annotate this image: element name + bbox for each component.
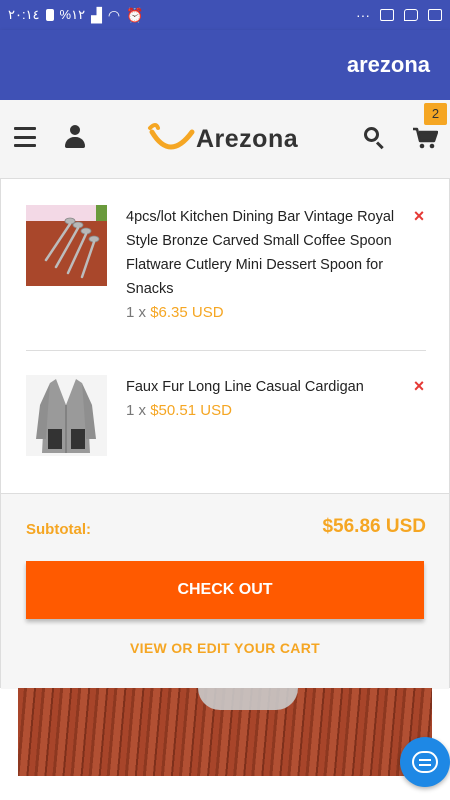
logo-text: Arezona — [196, 125, 299, 153]
background-spoons-image — [198, 688, 298, 710]
mail-icon — [380, 9, 394, 21]
status-bar: ٢٠:١٤ %١٢ ▟ ◠ ⏰ ··· — [0, 0, 450, 30]
subtotal-label: Subtotal: — [26, 521, 91, 538]
status-left: ٢٠:١٤ %١٢ ▟ ◠ ⏰ — [8, 7, 144, 23]
status-right: ··· — [356, 8, 442, 22]
cart-item-price: $50.51 USD — [150, 402, 232, 419]
item-divider — [26, 350, 426, 351]
product-thumbnail-cardigan[interactable] — [26, 375, 107, 456]
view-edit-cart-link[interactable]: VIEW OR EDIT YOUR CART — [1, 640, 449, 656]
cart-item: Faux Fur Long Line Casual Cardigan 1 x $… — [26, 375, 426, 465]
logo[interactable]: Arezona — [144, 118, 309, 158]
cart-icon[interactable] — [412, 127, 438, 149]
cart-item-name[interactable]: Faux Fur Long Line Casual Cardigan — [126, 375, 406, 399]
checkout-button[interactable]: CHECK OUT — [26, 561, 424, 619]
user-icon[interactable] — [64, 125, 86, 149]
alarm-icon: ⏰ — [126, 7, 144, 23]
cart-item-quantity: 1 x — [126, 402, 151, 419]
subtotal-area: Subtotal: $56.86 USD CHECK OUT VIEW OR E… — [1, 493, 449, 689]
chat-button[interactable] — [400, 737, 450, 787]
message-icon — [404, 9, 418, 21]
search-icon[interactable] — [364, 127, 386, 150]
product-thumbnail-spoons[interactable] — [26, 205, 107, 286]
app-title: arezona — [346, 52, 430, 77]
subtotal-value: $56.86 USD — [322, 516, 426, 537]
mini-cart-panel: 4pcs/lot Kitchen Dining Bar Vintage Roya… — [0, 178, 450, 689]
cart-item-quantity: 1 x — [126, 304, 151, 321]
chat-icon — [412, 751, 438, 773]
battery-level: %١٢ — [59, 7, 86, 22]
smile-logo-icon — [148, 123, 195, 150]
remove-item-icon[interactable]: × — [412, 207, 426, 225]
cart-item-info: 4pcs/lot Kitchen Dining Bar Vintage Roya… — [126, 205, 406, 325]
battery-icon — [45, 9, 54, 21]
cart-count-badge: 2 — [424, 103, 447, 125]
background-product-image — [18, 688, 432, 776]
cart-item-name[interactable]: 4pcs/lot Kitchen Dining Bar Vintage Roya… — [126, 205, 406, 301]
cart-item-price-line: 1 x $50.51 USD — [126, 399, 406, 423]
menu-icon[interactable] — [14, 127, 36, 147]
notification-dots-icon: ··· — [356, 7, 370, 23]
image-icon — [428, 9, 442, 21]
wifi-icon: ◠ — [107, 7, 121, 23]
signal-icon: ▟ — [91, 7, 102, 23]
remove-item-icon[interactable]: × — [412, 377, 426, 395]
cart-item-price-line: 1 x $6.35 USD — [126, 301, 406, 325]
cart-item-info: Faux Fur Long Line Casual Cardigan 1 x $… — [126, 375, 406, 423]
clock: ٢٠:١٤ — [8, 7, 40, 22]
cart-item: 4pcs/lot Kitchen Dining Bar Vintage Roya… — [26, 205, 426, 325]
site-header: Arezona — [0, 100, 450, 178]
app-bar: arezona — [0, 30, 450, 100]
cart-item-price: $6.35 USD — [150, 304, 224, 321]
